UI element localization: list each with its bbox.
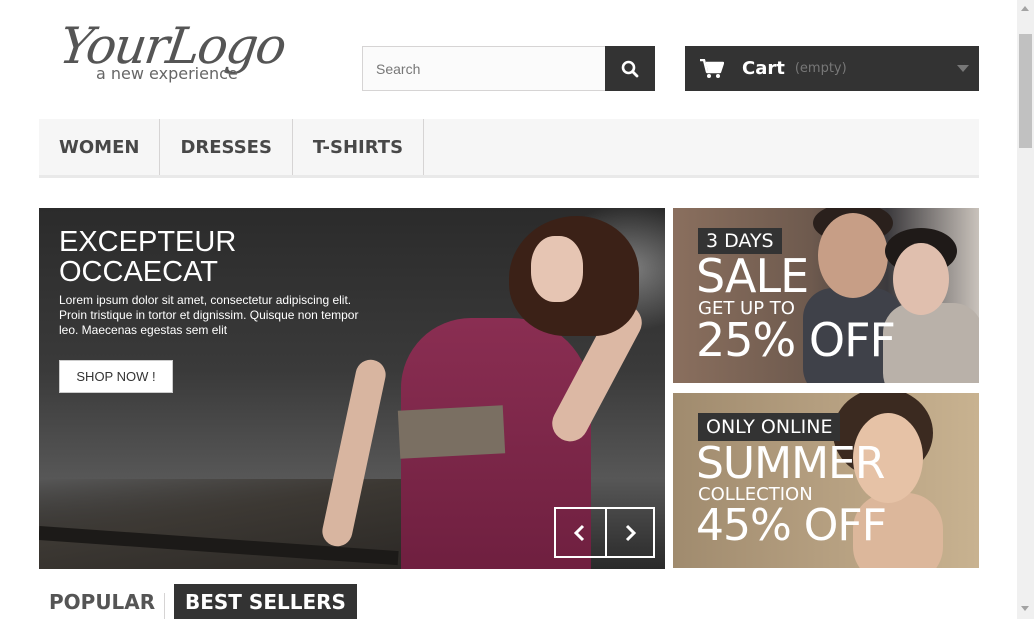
search-button[interactable]: [605, 46, 655, 91]
chevron-down-icon[interactable]: [957, 65, 969, 72]
banner-image-man-face: [818, 213, 888, 298]
search-input[interactable]: [362, 46, 606, 91]
chevron-right-icon: [625, 524, 636, 541]
main-menu: WOMEN DRESSES T-SHIRTS: [39, 119, 979, 178]
logo-tagline: a new experience: [96, 64, 238, 83]
page-scrollbar[interactable]: [1017, 0, 1034, 619]
banner-headline: SUMMER: [696, 438, 885, 489]
banner-tag: ONLY ONLINE: [698, 413, 841, 441]
banner-image-woman: [883, 303, 979, 383]
slider-image-model-face: [531, 236, 583, 302]
tab-divider: [164, 593, 165, 619]
slider-next-button[interactable]: [604, 509, 654, 556]
scroll-up-icon[interactable]: [1021, 6, 1029, 11]
promo-banner-summer[interactable]: ONLY ONLINE SUMMER COLLECTION 45% OFF: [673, 393, 979, 568]
slider-image-model-belt: [397, 405, 506, 459]
site-logo[interactable]: YourLogo a new experience: [56, 17, 298, 88]
chevron-left-icon: [574, 524, 585, 541]
cart-status: (empty): [794, 61, 847, 76]
homepage-slider[interactable]: EXCEPTEUR OCCAECAT Lorem ipsum dolor sit…: [39, 208, 665, 569]
scroll-down-icon[interactable]: [1021, 606, 1029, 611]
cart-label: Cart: [742, 58, 785, 79]
menu-item-dresses[interactable]: DRESSES: [160, 119, 293, 175]
promo-banner-sale[interactable]: 3 DAYS SALE GET UP TO 25% OFF: [673, 208, 979, 383]
banner-offer: 25% OFF: [696, 313, 896, 367]
cart-button[interactable]: Cart (empty): [685, 46, 979, 91]
slider-controls: [554, 507, 655, 558]
tab-popular[interactable]: POPULAR: [39, 584, 165, 619]
menu-item-women[interactable]: WOMEN: [39, 119, 161, 175]
tab-best-sellers[interactable]: BEST SELLERS: [174, 584, 357, 619]
shop-now-button[interactable]: SHOP NOW !: [59, 360, 173, 393]
banner-offer: 45% OFF: [696, 500, 887, 551]
search-icon: [621, 60, 639, 77]
banner-image-woman-face: [893, 243, 949, 315]
slider-description: Lorem ipsum dolor sit amet, consectetur …: [59, 293, 359, 337]
shopping-cart-icon: [700, 58, 724, 78]
menu-item-t-shirts[interactable]: T-SHIRTS: [293, 119, 425, 175]
scrollbar-thumb[interactable]: [1019, 34, 1032, 148]
slider-prev-button[interactable]: [556, 509, 605, 556]
banner-headline: SALE: [696, 249, 809, 303]
slider-title: EXCEPTEUR OCCAECAT: [59, 226, 237, 288]
